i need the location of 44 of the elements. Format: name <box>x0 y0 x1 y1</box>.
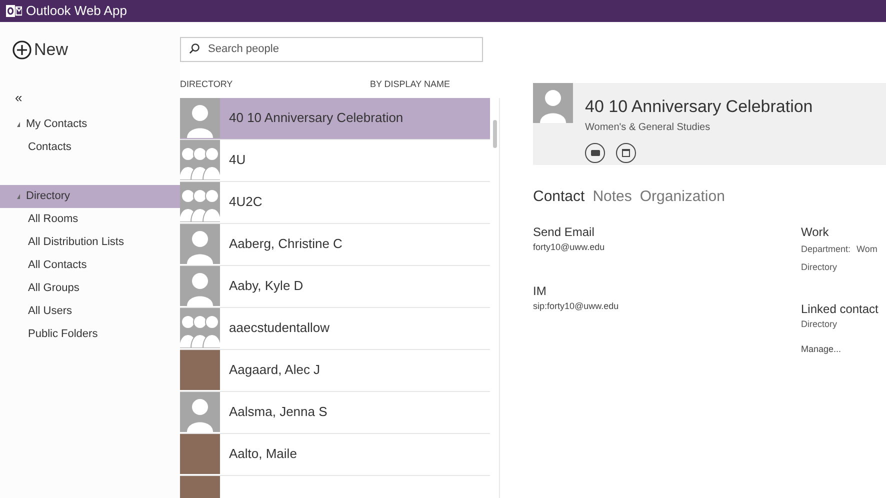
list-heading: DIRECTORY <box>180 78 233 91</box>
folder-item[interactable]: All Users <box>0 300 180 323</box>
folder-item[interactable]: All Distribution Lists <box>0 231 180 254</box>
source-label: Directory <box>801 261 838 274</box>
field-title: Linked contact <box>801 300 878 318</box>
photo-placeholder <box>180 434 220 474</box>
folder-item[interactable]: All Groups <box>0 277 180 300</box>
detail-tab[interactable]: Organization <box>640 186 725 208</box>
contact-photo-icon <box>533 83 573 123</box>
contact-header: 40 10 Anniversary Celebration Women's & General Studies <box>533 83 886 165</box>
email-icon[interactable] <box>585 142 605 162</box>
contact-row[interactable]: Aagaard, Alec J <box>180 350 490 392</box>
photo-placeholder <box>180 350 220 390</box>
contact-row[interactable]: 40 10 Anniversary Celebration <box>180 98 490 140</box>
scrollbar[interactable] <box>490 98 500 498</box>
field-value: Wom <box>856 242 878 256</box>
calendar-icon[interactable] <box>616 142 636 162</box>
folder-group-header[interactable]: Directory <box>0 185 180 208</box>
manage-link[interactable]: Manage... <box>801 343 878 356</box>
app-title: Outlook Web App <box>26 2 127 20</box>
field-value: forty10@uww.edu <box>533 240 606 254</box>
plus-circle-icon <box>12 40 32 60</box>
contact-row[interactable]: Aalsma, Jenna S <box>180 392 490 434</box>
field-value: sip:forty10@uww.edu <box>533 300 620 313</box>
app-logo-icon <box>6 4 22 18</box>
contact-row[interactable]: Aaberg, Christine C <box>180 224 490 266</box>
folder-item[interactable]: All Rooms <box>0 208 180 231</box>
folder-item[interactable]: Public Folders <box>0 323 180 346</box>
collapse-button[interactable]: « <box>15 88 22 107</box>
new-button[interactable]: New <box>12 37 180 62</box>
field-label: Department: <box>801 242 851 256</box>
search-icon <box>189 43 200 54</box>
field-title: Work <box>801 224 830 240</box>
folder-item[interactable]: Contacts <box>0 136 180 159</box>
field-title: Send Email <box>533 224 596 240</box>
detail-tab[interactable]: Contact <box>533 186 585 208</box>
sort-button[interactable]: BY DISPLAY NAME <box>370 78 450 92</box>
detail-tab[interactable]: Notes <box>592 186 632 208</box>
folder-item[interactable]: All Contacts <box>0 254 180 277</box>
folder-group-header[interactable]: My Contacts <box>0 113 180 136</box>
search-field[interactable]: Search people <box>180 36 483 62</box>
field-title: IM <box>533 283 548 300</box>
source-label: Directory <box>801 318 838 331</box>
contact-row[interactable]: 4U2C <box>180 182 490 224</box>
